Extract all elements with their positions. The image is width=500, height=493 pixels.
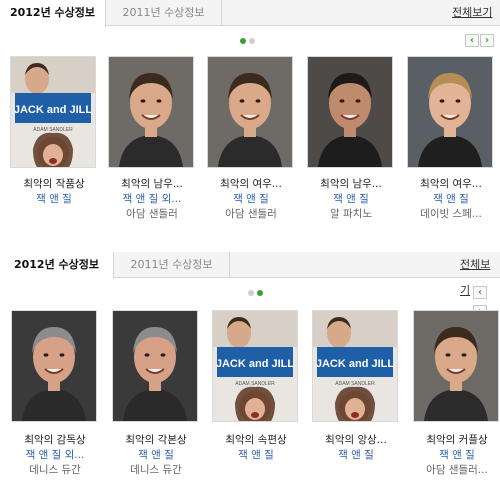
person-photo-image[interactable] — [307, 56, 393, 168]
award-name: 최악의 여우... — [220, 178, 282, 190]
award-name: 최악의 남우... — [121, 178, 183, 190]
svg-text:ADAM SANDLER: ADAM SANDLER — [335, 381, 375, 387]
tab-2012-awards[interactable]: 2012년 수상정보 — [0, 0, 106, 27]
tab-bar: 2012년 수상정보 2011년 수상정보 전체보기 — [0, 0, 500, 27]
movie-poster-image[interactable]: JACK and JILL ADAM SANDLER — [312, 310, 398, 422]
person-name-link[interactable]: 아담 샌들러 — [203, 206, 299, 221]
award-name: 최악의 남우... — [320, 178, 382, 190]
page-indicator — [240, 38, 258, 44]
person-photo-image[interactable] — [108, 56, 194, 168]
award-name: 최악의 커플상 — [426, 434, 488, 446]
person-photo-image[interactable] — [407, 56, 493, 168]
person-photo-image[interactable] — [11, 310, 97, 422]
movie-title-link[interactable]: 잭 앤 질 — [208, 447, 304, 462]
page-dot[interactable] — [248, 290, 254, 296]
movie-poster-image[interactable]: JACK and JILL ADAM SANDLER — [212, 310, 298, 422]
movie-title-link[interactable]: 잭 앤 질 — [403, 191, 499, 206]
movie-title-link[interactable]: 잭 앤 질 — [108, 447, 204, 462]
see-all-link[interactable]: 전체보기 — [452, 0, 492, 26]
page-dot[interactable] — [249, 38, 255, 44]
person-photo-image[interactable] — [207, 56, 293, 168]
tab-2012-awards[interactable]: 2012년 수상정보 — [0, 252, 114, 279]
person-name-link[interactable]: 아담 샌들러... — [409, 462, 500, 477]
movie-title-link[interactable]: 잭 앤 질 — [203, 191, 299, 206]
svg-text:JACK and JILL: JACK and JILL — [316, 358, 395, 370]
movie-title-link[interactable]: 잭 앤 질 — [308, 447, 404, 462]
next-arrow-button[interactable]: › — [480, 34, 494, 47]
svg-text:JACK and JILL: JACK and JILL — [14, 104, 93, 116]
svg-text:ADAM SANDLER: ADAM SANDLER — [33, 127, 73, 133]
movie-title-link[interactable]: 잭 앤 질 외... — [104, 191, 200, 206]
movie-title-link[interactable]: 잭 앤 질 — [303, 191, 399, 206]
see-all-link[interactable]: 전체보기 — [460, 252, 500, 297]
svg-text:JACK and JILL: JACK and JILL — [216, 358, 295, 370]
award-name: 최악의 작품상 — [23, 178, 85, 190]
movie-title-link[interactable]: 잭 앤 질 — [6, 191, 102, 206]
person-name-link[interactable]: 데니스 듀간 — [7, 462, 103, 477]
movie-title-link[interactable]: 잭 앤 질 외... — [7, 447, 103, 462]
tab-2011-awards[interactable]: 2011년 수상정보 — [114, 252, 230, 278]
tab-bar: 2012년 수상정보 2011년 수상정보 전체보기 — [0, 252, 500, 297]
movie-title-link[interactable]: 잭 앤 질 — [409, 447, 500, 462]
page-dot[interactable] — [240, 38, 246, 44]
award-name: 최악의 속편상 — [225, 434, 287, 446]
movie-poster-image[interactable]: JACK and JILL ADAM SANDLER — [10, 56, 96, 168]
page-dot[interactable] — [257, 290, 263, 296]
award-name: 최악의 감독상 — [24, 434, 86, 446]
award-name: 최악의 앙상... — [325, 434, 387, 446]
person-name-link[interactable]: 데이빗 스페... — [403, 206, 499, 221]
award-name: 최악의 각본상 — [125, 434, 187, 446]
awards-panel: 2012년 수상정보 2011년 수상정보 전체보기 ‹› 최악의 감독상잭 앤… — [0, 252, 500, 493]
award-name: 최악의 여우... — [420, 178, 482, 190]
tab-2011-awards[interactable]: 2011년 수상정보 — [106, 0, 222, 26]
person-photo-image[interactable] — [413, 310, 499, 422]
carousel-arrows: ‹› — [464, 34, 494, 53]
person-photo-image[interactable] — [112, 310, 198, 422]
awards-panel: 2012년 수상정보 2011년 수상정보 전체보기 ‹ › JACK and J… — [0, 0, 500, 240]
person-name-link[interactable]: 알 파치노 — [303, 206, 399, 221]
prev-arrow-button[interactable]: ‹ — [473, 286, 487, 299]
page-indicator — [248, 290, 266, 296]
person-name-link[interactable]: 데니스 듀간 — [108, 462, 204, 477]
svg-text:ADAM SANDLER: ADAM SANDLER — [235, 381, 275, 387]
prev-arrow-button[interactable]: ‹ — [465, 34, 479, 47]
person-name-link[interactable]: 아담 샌들러 — [104, 206, 200, 221]
